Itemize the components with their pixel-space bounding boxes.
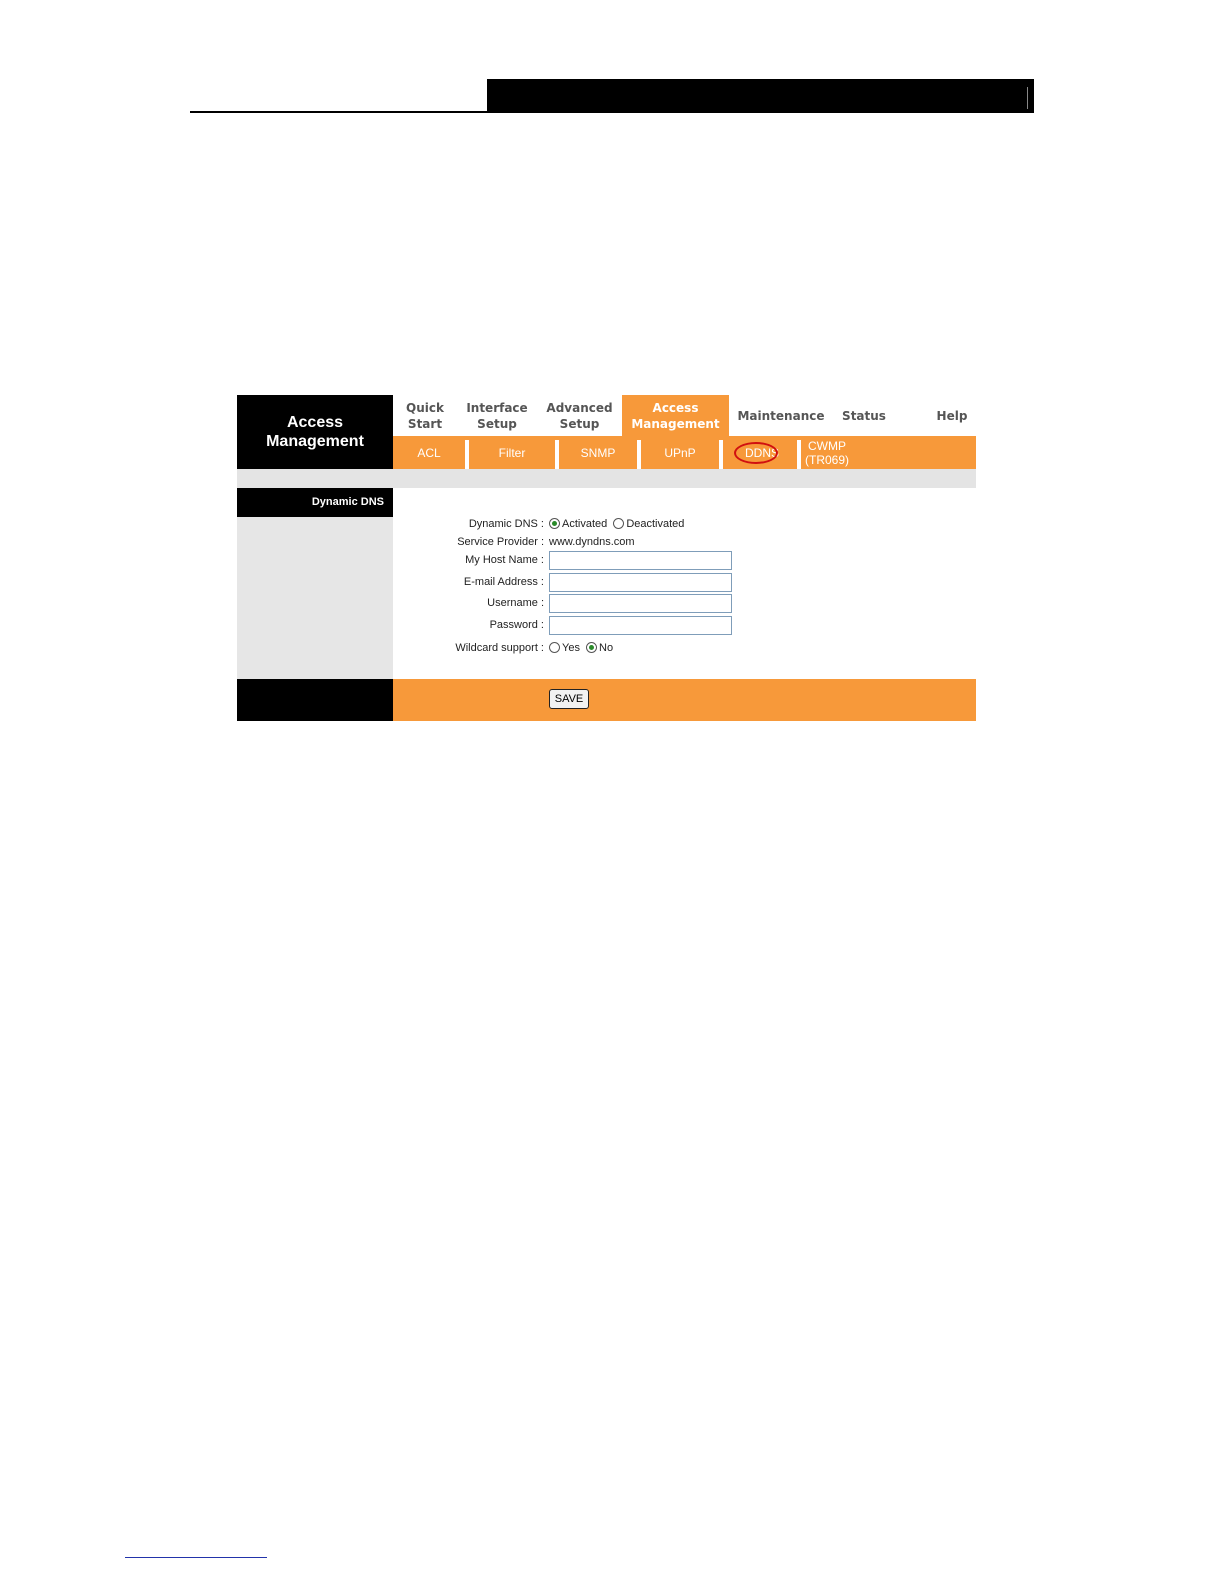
tab-label: Help: [936, 408, 968, 423]
tab-status[interactable]: Status: [833, 395, 895, 436]
subtab-label: Filter: [498, 445, 526, 460]
tab-advanced-setup[interactable]: Advanced Setup: [537, 395, 622, 436]
tab-label: Advanced: [546, 400, 613, 415]
username-label: Username :: [487, 597, 544, 609]
tab-help[interactable]: Help: [928, 395, 976, 436]
tab-label: Maintenance: [737, 408, 825, 423]
host-name-row: My Host Name :: [393, 551, 976, 571]
host-name-label: My Host Name :: [465, 554, 544, 566]
password-label: Password :: [489, 619, 544, 631]
subtab-snmp[interactable]: SNMP: [559, 436, 637, 469]
subtab-label: CWMP: [808, 438, 846, 453]
header-mark: [1027, 87, 1030, 109]
content-top-strip: [237, 469, 976, 488]
tab-quick-start[interactable]: Quick Start: [393, 395, 457, 436]
top-navigation: Quick Start Interface Setup Advanced Setup …: [393, 395, 976, 436]
email-label: E-mail Address :: [463, 576, 544, 588]
wildcard-row: Wildcard support : Yes No: [393, 639, 976, 659]
subtab-label: UPnP: [664, 445, 696, 460]
subnav-separator: [797, 440, 801, 469]
service-provider-row: Service Provider : www.dyndns.com: [393, 533, 976, 553]
email-row: E-mail Address :: [393, 573, 976, 593]
tab-label: Access: [652, 400, 699, 415]
router-ui-screenshot: Access Management Quick Start Interface Se…: [237, 395, 976, 721]
password-row: Password :: [393, 616, 976, 636]
logo-line-2: Management: [266, 433, 364, 450]
footer-link-underline: [125, 1557, 267, 1558]
activated-radio[interactable]: [549, 518, 560, 529]
dynamic-dns-row: Dynamic DNS : Activated Deactivated: [393, 515, 976, 535]
tab-maintenance[interactable]: Maintenance: [729, 395, 833, 436]
section-logo: Access Management: [237, 395, 393, 469]
deactivated-radio[interactable]: [613, 518, 625, 529]
subtab-acl[interactable]: ACL: [393, 436, 465, 469]
footer-left: [237, 679, 393, 721]
subtab-label: (TR069): [805, 452, 850, 467]
subtab-upnp[interactable]: UPnP: [641, 436, 719, 469]
subtab-label: ACL: [417, 445, 441, 460]
sidebar-panel: [237, 517, 393, 679]
subtab-label: SNMP: [580, 445, 616, 460]
dynamic-dns-options: Activated Deactivated: [549, 518, 687, 530]
tab-label: Setup: [477, 416, 517, 431]
tab-label: Status: [842, 408, 886, 423]
tab-label: Quick: [406, 400, 444, 415]
password-input[interactable]: [549, 616, 732, 635]
tab-access-management[interactable]: Access Management: [622, 395, 729, 436]
ddns-form: Dynamic DNS : Activated Deactivated Serv…: [393, 488, 976, 679]
deactivated-label: Deactivated: [626, 518, 685, 530]
host-name-input[interactable]: [549, 551, 732, 570]
dynamic-dns-label: Dynamic DNS :: [468, 518, 544, 530]
username-row: Username :: [393, 594, 976, 614]
page-header-bar: [487, 79, 1034, 113]
activated-label: Activated: [562, 518, 608, 530]
wildcard-no-label: No: [599, 642, 614, 654]
ddns-highlight-circle: [734, 442, 778, 464]
save-button[interactable]: SAVE: [549, 689, 589, 709]
subtab-filter[interactable]: Filter: [469, 436, 555, 469]
sub-navigation: ACL Filter SNMP UPnP DDNS CWMP (TR069): [393, 436, 976, 469]
sidebar-section-title: Dynamic DNS: [237, 488, 393, 517]
logo-line-1: Access: [286, 414, 344, 431]
email-input[interactable]: [549, 573, 732, 592]
tab-label: Interface: [466, 400, 528, 415]
wildcard-label: Wildcard support :: [455, 642, 544, 654]
wildcard-no-radio[interactable]: [586, 642, 598, 653]
tab-label: Start: [407, 416, 443, 431]
wildcard-yes-radio[interactable]: [549, 642, 560, 653]
username-input[interactable]: [549, 594, 732, 613]
tab-interface-setup[interactable]: Interface Setup: [457, 395, 537, 436]
tab-label: Management: [631, 416, 720, 431]
service-provider-label: Service Provider :: [457, 536, 544, 548]
wildcard-yes-label: Yes: [562, 642, 580, 654]
footer-bar: SAVE: [393, 679, 976, 721]
subtab-cwmp[interactable]: CWMP (TR069): [805, 436, 865, 469]
service-provider-value: www.dyndns.com: [549, 536, 635, 548]
wildcard-options: Yes No: [549, 642, 616, 654]
tab-label: Setup: [559, 416, 600, 431]
